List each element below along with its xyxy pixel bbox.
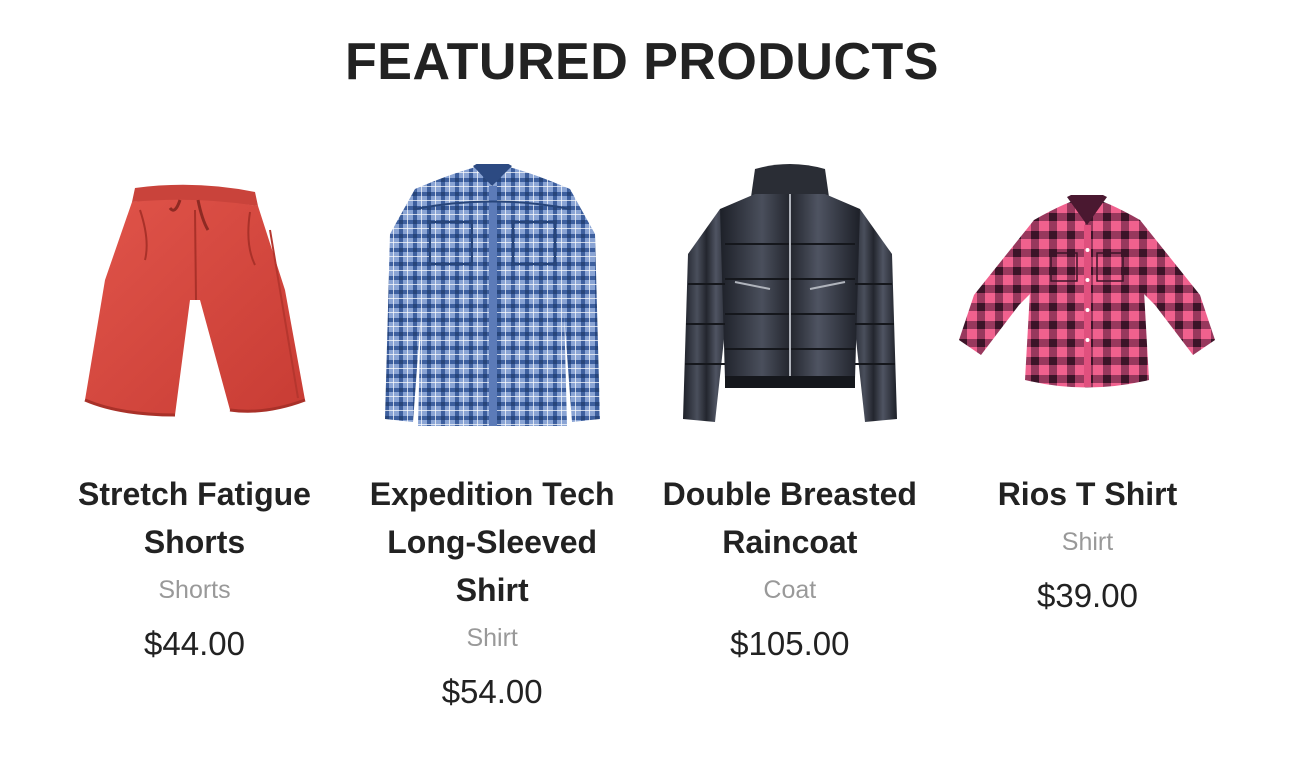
product-card[interactable]: Stretch Fatigue Shorts Shorts $44.00 [46, 160, 343, 716]
red-shorts-image[interactable] [46, 160, 343, 430]
product-category: Coat [763, 576, 817, 604]
product-price: $39.00 [1037, 577, 1138, 614]
product-price: $105.00 [730, 625, 850, 662]
product-name[interactable]: Double Breasted Raincoat [660, 470, 920, 566]
black-puffer-jacket-image[interactable] [641, 160, 938, 430]
product-card[interactable]: Double Breasted Raincoat Coat $105.00 [641, 160, 938, 716]
product-price: $54.00 [441, 673, 543, 710]
product-category: Shorts [158, 576, 231, 604]
product-grid: Stretch Fatigue Shorts Shorts $44.00 Exp… [46, 160, 1236, 716]
pink-plaid-shirt-image[interactable] [939, 160, 1236, 430]
product-price: $44.00 [144, 625, 245, 662]
product-category: Shirt [466, 624, 518, 652]
product-name[interactable]: Rios T Shirt [957, 470, 1217, 518]
blue-plaid-shirt-image[interactable] [344, 160, 641, 430]
product-name[interactable]: Expedition Tech Long-Sleeved Shirt [362, 470, 622, 614]
product-card[interactable]: Rios T Shirt Shirt $39.00 [939, 160, 1236, 716]
section-title: FEATURED PRODUCTS [345, 33, 939, 91]
product-card[interactable]: Expedition Tech Long-Sleeved Shirt Shirt… [344, 160, 641, 716]
product-name[interactable]: Stretch Fatigue Shorts [65, 470, 325, 566]
product-category: Shirt [1061, 528, 1114, 556]
